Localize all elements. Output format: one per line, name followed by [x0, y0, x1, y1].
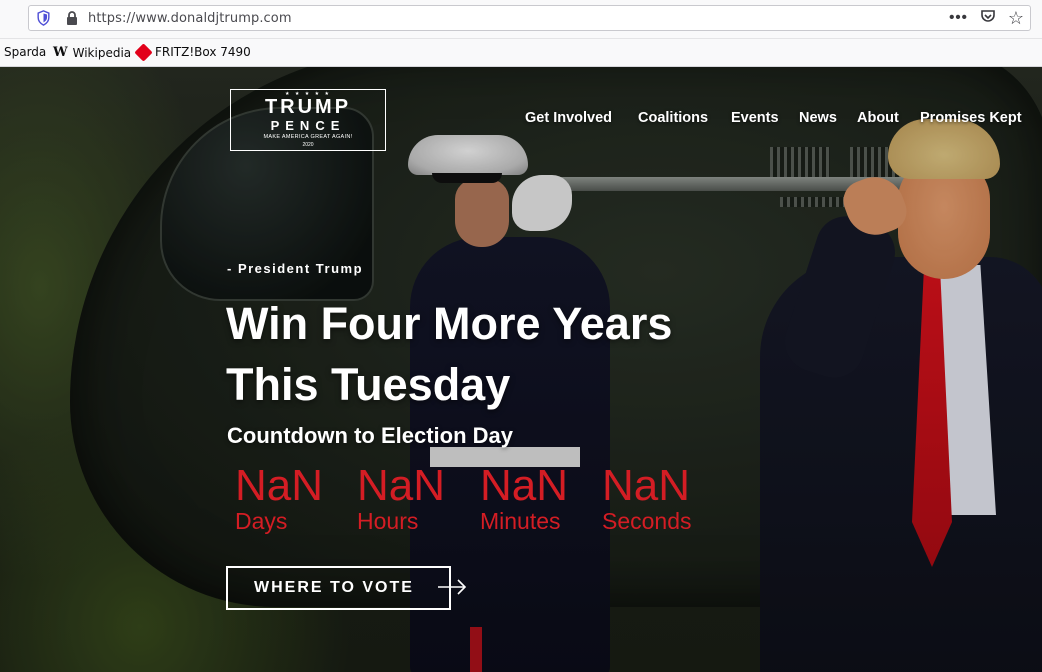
arrow-right-icon[interactable] — [437, 577, 467, 597]
address-bar[interactable]: https://www.donaldjtrump.com ••• ☆ — [28, 5, 1031, 31]
countdown-label: Hours — [357, 508, 419, 534]
logo-trump: TRUMP — [264, 96, 352, 118]
countdown-value: NaN — [357, 461, 446, 510]
bookmark-sparda[interactable]: Sparda — [4, 45, 46, 59]
logo-pence: PENCE — [270, 118, 346, 133]
hero-headline: Win Four More Years This Tuesday — [226, 293, 672, 415]
bookmarks-toolbar: Sparda W Wikipedia FRITZ!Box 7490 — [0, 39, 1042, 67]
hero-section: ★ ★ ★ ★ ★ TRUMP PENCE MAKE AMERICA GREAT… — [0, 67, 1042, 672]
fritz-icon — [134, 42, 153, 62]
countdown-label: Minutes — [480, 508, 561, 534]
headline-line-2: This Tuesday — [226, 359, 511, 410]
bookmark-label: Wikipedia — [72, 45, 132, 60]
trump-pence-logo[interactable]: ★ ★ ★ ★ ★ TRUMP PENCE MAKE AMERICA GREAT… — [230, 89, 386, 151]
browser-toolbar: https://www.donaldjtrump.com ••• ☆ — [0, 0, 1042, 39]
nav-get-involved[interactable]: Get Involved — [525, 110, 612, 126]
countdown-days: NaN Days — [235, 461, 323, 534]
nav-promises-kept[interactable]: Promises Kept — [920, 110, 1022, 126]
nav-events[interactable]: Events — [731, 110, 779, 126]
countdown-value: NaN — [602, 461, 691, 510]
nav-about[interactable]: About — [857, 110, 899, 126]
page-actions-more-icon[interactable]: ••• — [949, 9, 968, 27]
bookmark-fritzbox[interactable]: FRITZ!Box 7490 — [134, 42, 251, 62]
nav-coalitions[interactable]: Coalitions — [638, 110, 708, 126]
where-to-vote-label: WHERE TO VOTE — [254, 579, 414, 596]
headline-line-1: Win Four More Years — [226, 298, 673, 349]
where-to-vote-button[interactable]: WHERE TO VOTE — [226, 566, 451, 610]
bookmark-star-icon[interactable]: ☆ — [1008, 9, 1024, 27]
pocket-icon[interactable] — [980, 8, 996, 29]
countdown-label: Days — [235, 508, 288, 534]
bookmark-label: FRITZ!Box 7490 — [155, 45, 251, 59]
quote-attribution: - President Trump — [227, 261, 364, 276]
countdown-hours: NaN Hours — [357, 461, 445, 534]
countdown-minutes: NaN Minutes — [480, 461, 568, 534]
logo-tagline: MAKE AMERICA GREAT AGAIN! — [263, 134, 353, 140]
countdown-value: NaN — [235, 461, 324, 510]
countdown-value: NaN — [480, 461, 569, 510]
wikipedia-icon: W — [53, 45, 68, 60]
bookmark-label: Sparda — [4, 45, 47, 59]
nav-news[interactable]: News — [799, 110, 837, 126]
countdown-title: Countdown to Election Day — [227, 423, 513, 448]
lock-icon[interactable] — [65, 10, 79, 26]
countdown-seconds: NaN Seconds — [602, 461, 692, 534]
countdown-label: Seconds — [602, 508, 692, 534]
tracking-protection-shield-icon[interactable] — [36, 10, 51, 26]
logo-year: 2020 — [302, 142, 314, 148]
url-text[interactable]: https://www.donaldjtrump.com — [88, 11, 292, 26]
bookmark-wikipedia[interactable]: W Wikipedia — [53, 45, 131, 60]
